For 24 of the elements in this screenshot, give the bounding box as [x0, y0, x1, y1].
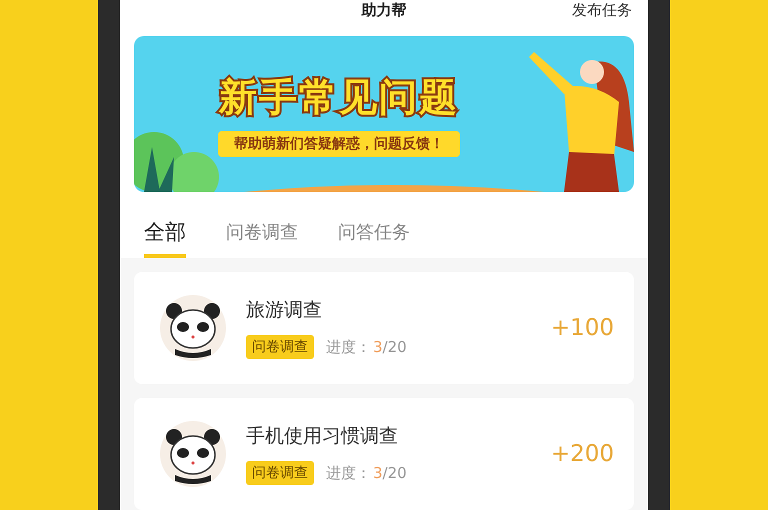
task-title: 手机使用习惯调查 — [246, 424, 399, 449]
progress-total: /20 — [382, 464, 407, 482]
page-title: 助力帮 — [362, 0, 406, 20]
progress-current: 3 — [373, 464, 383, 482]
task-card[interactable]: 手机使用习惯调查 问卷调查 进度：3/20 +200 — [134, 398, 634, 510]
category-tab[interactable]: 问答任务 — [338, 218, 410, 258]
publish-task-link[interactable]: 发布任务 — [572, 0, 632, 20]
progress-total: /20 — [382, 338, 407, 356]
task-tag: 问卷调查 — [246, 335, 314, 359]
progress-label: 进度： — [326, 464, 371, 482]
panda-avatar-icon — [160, 421, 226, 487]
task-title: 旅游调查 — [246, 298, 323, 323]
banner-subtitle: 帮助萌新们答疑解惑，问题反馈！ — [218, 130, 460, 156]
category-tab[interactable]: 问卷调查 — [226, 218, 298, 258]
banner-title: 新手常见问题 — [219, 74, 459, 120]
panda-avatar-icon — [160, 295, 226, 361]
faq-banner[interactable]: 新手常见问题 帮助萌新们答疑解惑，问题反馈！ — [134, 36, 634, 192]
task-tag: 问卷调查 — [246, 461, 314, 485]
task-card[interactable]: 旅游调查 问卷调查 进度：3/20 +100 — [134, 272, 634, 384]
progress-label: 进度： — [326, 338, 371, 356]
task-reward: +200 — [550, 441, 614, 467]
category-tab[interactable]: 全部 — [144, 218, 186, 258]
progress-current: 3 — [373, 338, 383, 356]
task-reward: +100 — [550, 315, 614, 341]
